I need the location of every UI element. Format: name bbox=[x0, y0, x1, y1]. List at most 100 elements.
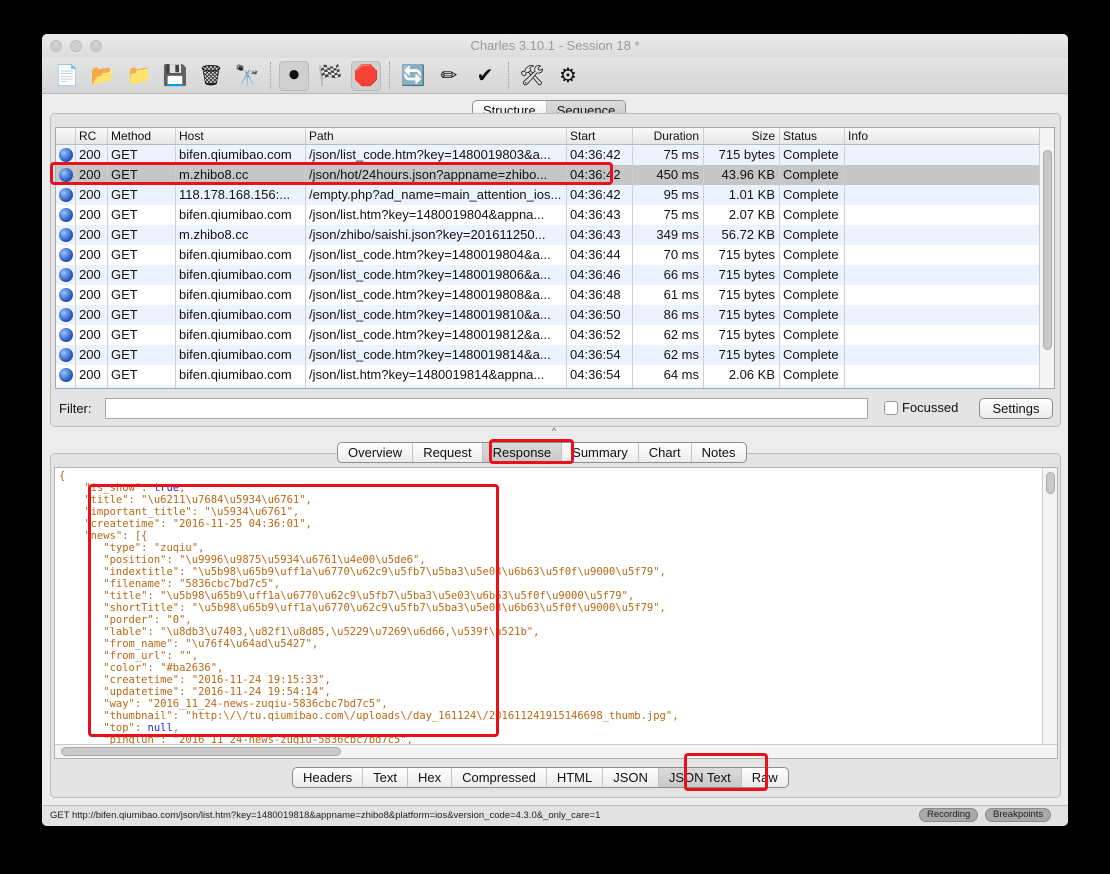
tab-chart[interactable]: Chart bbox=[639, 443, 692, 462]
zoom-window-button[interactable] bbox=[90, 40, 102, 52]
open-session-button[interactable]: 📂 bbox=[88, 61, 118, 91]
json-line: "way": "2016_11_24-news-zuqiu-5836cbc7bd… bbox=[59, 698, 388, 710]
table-row[interactable]: 200GETbifen.qiumibao.com/json/list_code.… bbox=[56, 385, 1054, 388]
validate-check-icon: ✔ bbox=[476, 65, 494, 87]
trash-button[interactable]: 🗑 bbox=[196, 61, 226, 91]
tools-button[interactable]: 🛠 bbox=[517, 61, 547, 91]
recording-indicator[interactable]: Recording bbox=[919, 808, 979, 822]
json-line: "lable": "\u8db3\u7403,\u82f1\u8d85,\u52… bbox=[59, 626, 540, 638]
cell-status: Complete bbox=[780, 205, 845, 225]
save-button[interactable]: 💾 bbox=[160, 61, 190, 91]
table-row[interactable]: 200GETbifen.qiumibao.com/json/list_code.… bbox=[56, 285, 1054, 305]
table-vertical-scrollbar[interactable] bbox=[1039, 128, 1054, 388]
validate-check-button[interactable]: ✔ bbox=[470, 61, 500, 91]
throttle-flag-button[interactable]: 🏁 bbox=[315, 61, 345, 91]
stop-breakpoints-button[interactable]: 🛑 bbox=[351, 60, 381, 91]
tab-overview[interactable]: Overview bbox=[338, 443, 414, 462]
column-header-icon[interactable] bbox=[56, 128, 76, 144]
globe-icon bbox=[59, 208, 73, 222]
column-header-duration[interactable]: Duration bbox=[633, 128, 704, 144]
response-body[interactable]: { "is_show": true, "title": "\u6211\u768… bbox=[54, 467, 1058, 759]
column-header-size[interactable]: Size bbox=[704, 128, 780, 144]
json-line: "createtime": "2016-11-25 04:36:01", bbox=[59, 518, 312, 530]
title-bar: Charles 3.10.1 - Session 18 * bbox=[42, 34, 1068, 58]
tab-text[interactable]: Text bbox=[363, 768, 408, 787]
table-row[interactable]: 200 GET bifen.qiumibao.com/json/list.htm?k… bbox=[56, 205, 1054, 225]
cell-size: 2.06 KB bbox=[704, 365, 780, 385]
table-row[interactable]: 200 GET bifen.qiumibao.com/json/list.htm?k… bbox=[56, 365, 1054, 385]
settings-button[interactable]: Settings bbox=[979, 398, 1053, 419]
table-row[interactable]: 200 GET 118.178.168.156:.../empty.php?ad_n… bbox=[56, 185, 1054, 205]
globe-icon bbox=[59, 268, 73, 282]
cell-start: 04:36:54 bbox=[567, 365, 633, 385]
tab-summary[interactable]: Summary bbox=[562, 443, 639, 462]
cell-method: GET bbox=[108, 365, 176, 385]
settings-gear-button[interactable]: ⚙ bbox=[553, 61, 583, 91]
tab-html[interactable]: HTML bbox=[547, 768, 604, 787]
response-vertical-scrollbar[interactable] bbox=[1042, 468, 1057, 746]
cell-info bbox=[845, 265, 1041, 285]
close-session-button[interactable]: 📁 bbox=[124, 61, 154, 91]
cell-info bbox=[845, 345, 1041, 365]
tab-response[interactable]: Response bbox=[482, 443, 563, 462]
tab-request[interactable]: Request bbox=[413, 443, 483, 462]
close-session-icon: 📁 bbox=[126, 65, 152, 87]
repeat-button[interactable]: 🔄 bbox=[398, 61, 428, 91]
tab-compressed[interactable]: Compressed bbox=[452, 768, 547, 787]
cell-duration: 450 ms bbox=[633, 165, 704, 185]
close-window-button[interactable] bbox=[50, 40, 62, 52]
response-horizontal-scrollbar[interactable] bbox=[55, 744, 1057, 758]
cell-path: /json/list_code.htm?key=1480019812&a... bbox=[306, 325, 567, 345]
record-button[interactable]: ⏺ bbox=[279, 60, 309, 91]
cell-start: 04:36:48 bbox=[567, 285, 633, 305]
column-header-host[interactable]: Host bbox=[176, 128, 306, 144]
table-row[interactable]: 200 GET m.zhibo8.cc/json/hot/24hours.json?… bbox=[56, 165, 1054, 185]
trash-icon: 🗑 bbox=[198, 65, 224, 87]
column-header-status[interactable]: Status bbox=[780, 128, 845, 144]
tab-json[interactable]: JSON bbox=[603, 768, 659, 787]
binoculars-button[interactable]: 🔭 bbox=[232, 61, 262, 91]
table-row[interactable]: 200GETbifen.qiumibao.com/json/list_code.… bbox=[56, 345, 1054, 365]
table-row[interactable]: 200GETbifen.qiumibao.com/json/list_code.… bbox=[56, 245, 1054, 265]
cell-info bbox=[845, 285, 1041, 305]
column-header-path[interactable]: Path bbox=[306, 128, 567, 144]
globe-icon bbox=[59, 288, 73, 302]
cell-size: 1.01 KB bbox=[704, 185, 780, 205]
tab-hex[interactable]: Hex bbox=[408, 768, 453, 787]
table-row[interactable]: 200GETbifen.qiumibao.com/json/list_code.… bbox=[56, 325, 1054, 345]
table-row[interactable]: 200GETbifen.qiumibao.com/json/list_code.… bbox=[56, 305, 1054, 325]
cell-rc: 200 bbox=[76, 205, 108, 225]
tab-raw[interactable]: Raw bbox=[742, 768, 788, 787]
tab-json-text[interactable]: JSON Text bbox=[658, 768, 742, 787]
minimize-window-button[interactable] bbox=[70, 40, 82, 52]
focussed-checkbox[interactable] bbox=[884, 401, 898, 415]
json-line: "title": "\u5b98\u65b9\uff1a\u6770\u62c9… bbox=[59, 590, 635, 602]
column-header-rc[interactable]: RC bbox=[76, 128, 108, 144]
cell-host: bifen.qiumibao.com bbox=[176, 205, 306, 225]
new-session-button[interactable]: 📄 bbox=[52, 61, 82, 91]
scroll-thumb[interactable] bbox=[1046, 472, 1055, 494]
breakpoints-indicator[interactable]: Breakpoints bbox=[985, 808, 1052, 822]
charles-window: Charles 3.10.1 - Session 18 * 📄 📂 📁 💾 🗑 🔭 ⏺ 🏁 🛑 🔄… bbox=[42, 34, 1068, 826]
cell-info bbox=[845, 205, 1041, 225]
cell-duration: 61 ms bbox=[633, 285, 704, 305]
tab-headers[interactable]: Headers bbox=[293, 768, 364, 787]
column-header-start[interactable]: Start bbox=[567, 128, 633, 144]
table-row[interactable]: 200 GET m.zhibo8.cc/json/zhibo/saishi.json… bbox=[56, 225, 1054, 245]
table-row[interactable]: 200GETbifen.qiumibao.com/json/list_code.… bbox=[56, 145, 1054, 165]
column-header-method[interactable]: Method bbox=[108, 128, 176, 144]
table-row[interactable]: 200GETbifen.qiumibao.com/json/list_code.… bbox=[56, 265, 1054, 285]
cell-status: Complete bbox=[780, 145, 845, 165]
splitter-handle[interactable]: ^ bbox=[552, 426, 556, 436]
filter-input[interactable] bbox=[105, 398, 868, 419]
globe-icon bbox=[59, 148, 73, 162]
globe-icon bbox=[59, 168, 73, 182]
cell-icon bbox=[56, 305, 76, 325]
scroll-thumb[interactable] bbox=[61, 747, 341, 756]
column-header-info[interactable]: Info bbox=[845, 128, 1041, 144]
edit-pencil-button[interactable]: ✏ bbox=[434, 61, 464, 91]
tab-notes[interactable]: Notes bbox=[692, 443, 746, 462]
scroll-thumb[interactable] bbox=[1043, 150, 1052, 350]
cell-rc: 200 bbox=[76, 145, 108, 165]
cell-start: 04:36:42 bbox=[567, 165, 633, 185]
